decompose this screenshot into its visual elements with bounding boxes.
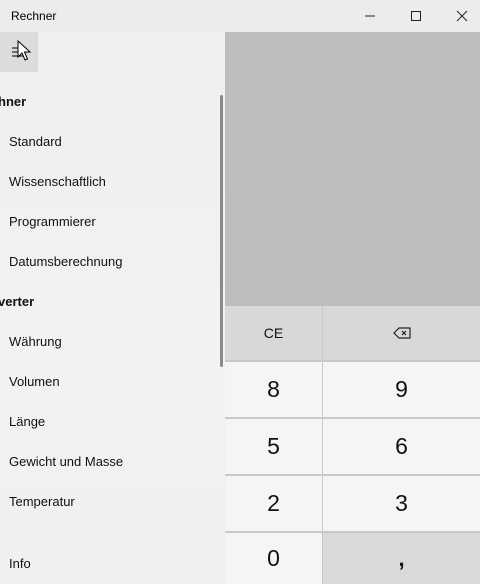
section-heading-converter: verter bbox=[0, 294, 35, 309]
nav-scrollbar[interactable] bbox=[220, 95, 223, 367]
nav-item-standard[interactable]: Standard bbox=[9, 134, 62, 149]
close-button[interactable] bbox=[439, 0, 480, 32]
nav-item-scientific[interactable]: Wissenschaftlich bbox=[9, 174, 106, 189]
digit-8-button[interactable]: 8 bbox=[225, 362, 322, 417]
close-icon bbox=[456, 10, 468, 22]
nav-item-currency[interactable]: Währung bbox=[9, 334, 62, 349]
keypad: CE 8 9 5 6 2 3 0 , bbox=[225, 306, 480, 584]
digit-6-button[interactable]: 6 bbox=[323, 419, 480, 474]
nav-item-info[interactable]: Info bbox=[9, 556, 31, 571]
nav-item-programmer[interactable]: Programmierer bbox=[9, 214, 96, 229]
title-bar: Rechner bbox=[0, 0, 480, 32]
nav-item-date-calculation[interactable]: Datumsberechnung bbox=[9, 254, 122, 269]
digit-5-button[interactable]: 5 bbox=[225, 419, 322, 474]
digit-2-button[interactable]: 2 bbox=[225, 476, 322, 531]
backspace-button[interactable] bbox=[323, 306, 480, 360]
section-heading-calculator: hner bbox=[0, 94, 27, 109]
digit-9-button[interactable]: 9 bbox=[323, 362, 480, 417]
calculator-display bbox=[225, 32, 480, 306]
window-title: Rechner bbox=[11, 9, 57, 23]
digit-0-button[interactable]: 0 bbox=[225, 533, 322, 584]
menu-button[interactable] bbox=[0, 32, 38, 72]
backspace-icon bbox=[392, 327, 411, 339]
minimize-icon bbox=[365, 15, 375, 17]
minimize-button[interactable] bbox=[347, 0, 393, 32]
digit-3-button[interactable]: 3 bbox=[323, 476, 480, 531]
clear-entry-button[interactable]: CE bbox=[225, 306, 322, 360]
nav-item-length[interactable]: Länge bbox=[9, 414, 45, 429]
nav-item-weight-mass[interactable]: Gewicht und Masse bbox=[9, 454, 123, 469]
nav-item-volume[interactable]: Volumen bbox=[9, 374, 60, 389]
mouse-pointer-icon bbox=[17, 40, 32, 61]
maximize-icon bbox=[411, 11, 421, 21]
nav-item-temperature[interactable]: Temperatur bbox=[9, 494, 75, 509]
maximize-button[interactable] bbox=[393, 0, 439, 32]
decimal-button[interactable]: , bbox=[323, 533, 480, 584]
navigation-pane: hner Standard Wissenschaftlich Programmi… bbox=[0, 32, 225, 584]
